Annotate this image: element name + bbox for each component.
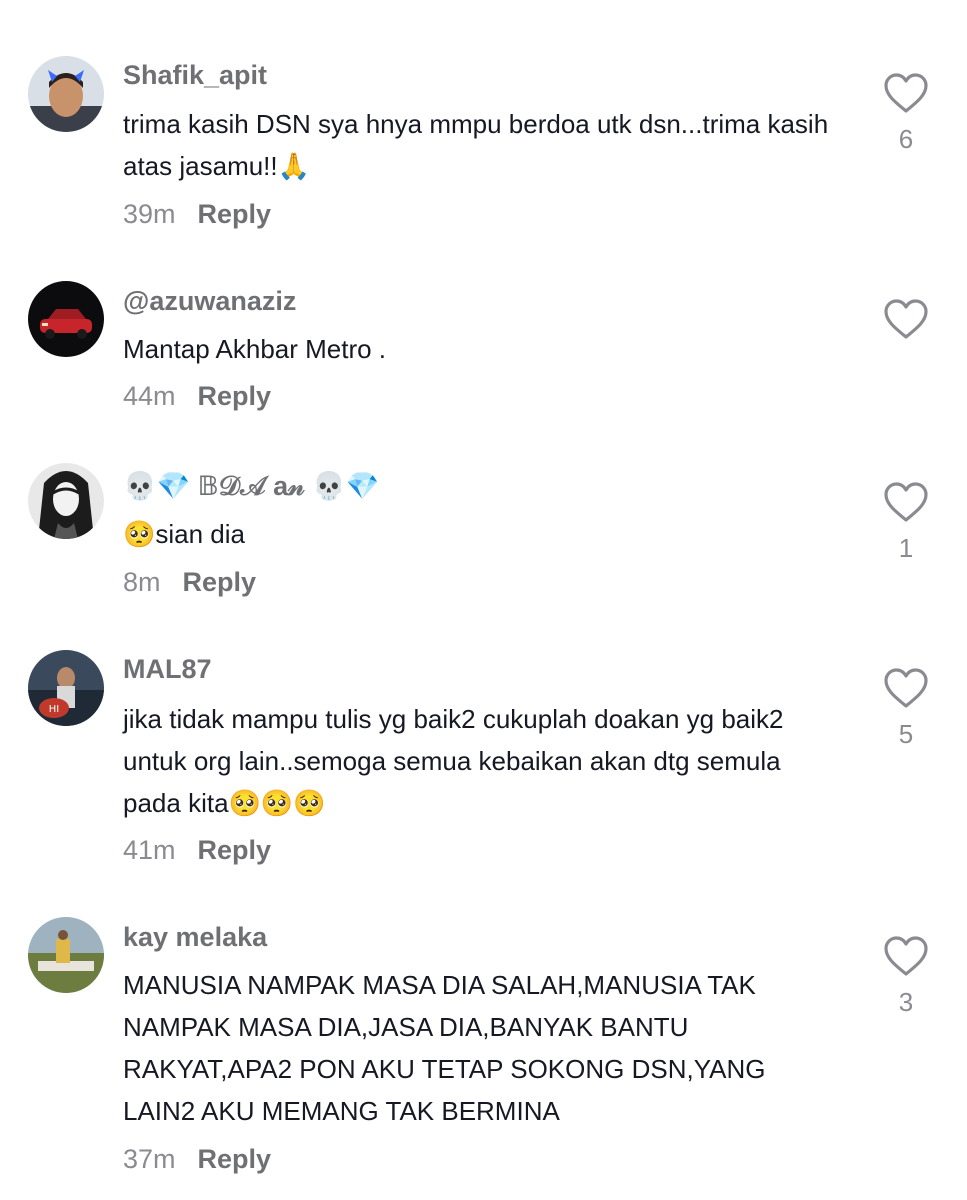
heart-icon[interactable] bbox=[883, 481, 929, 523]
like-control: 6 bbox=[882, 72, 930, 155]
comment-username[interactable]: 💀💎 𝔹𝒟𝒜 a𝓃 💀💎 bbox=[123, 470, 380, 503]
heart-icon[interactable] bbox=[883, 667, 929, 709]
reply-button[interactable]: Reply bbox=[183, 567, 257, 597]
avatar[interactable] bbox=[28, 56, 104, 132]
comment-time: 44m bbox=[123, 381, 176, 411]
like-count: 1 bbox=[898, 533, 914, 563]
like-control: 1 bbox=[882, 481, 930, 564]
reply-button[interactable]: Reply bbox=[198, 381, 272, 411]
comment-meta: 41m Reply bbox=[123, 835, 271, 866]
like-control bbox=[882, 298, 930, 350]
comment-text: trima kasih DSN sya hnya mmpu berdoa utk… bbox=[123, 109, 836, 181]
like-control: 3 bbox=[882, 935, 930, 1018]
heart-icon[interactable] bbox=[883, 72, 929, 114]
comment-time: 37m bbox=[123, 1144, 176, 1174]
avatar[interactable] bbox=[28, 463, 104, 539]
like-control: 5 bbox=[882, 667, 930, 750]
heart-icon[interactable] bbox=[883, 935, 929, 977]
comment-username[interactable]: kay melaka bbox=[123, 922, 267, 953]
avatar[interactable] bbox=[28, 281, 104, 357]
reply-button[interactable]: Reply bbox=[198, 1144, 272, 1174]
reply-button[interactable]: Reply bbox=[198, 835, 272, 865]
comment-meta: 37m Reply bbox=[123, 1144, 271, 1175]
comment-username[interactable]: MAL87 bbox=[123, 654, 212, 685]
comment-text: 🥺sian dia bbox=[123, 519, 245, 549]
avatar[interactable]: HI bbox=[28, 650, 104, 726]
heart-icon[interactable] bbox=[883, 298, 929, 340]
like-count: 6 bbox=[898, 124, 914, 154]
comment-meta: 44m Reply bbox=[123, 381, 271, 412]
comment-username[interactable]: Shafik_apit bbox=[123, 60, 267, 91]
comment-time: 39m bbox=[123, 199, 176, 229]
comment-time: 41m bbox=[123, 835, 176, 865]
reply-button[interactable]: Reply bbox=[198, 199, 272, 229]
comment-list: Shafik_apit trima kasih DSN sya hnya mmp… bbox=[0, 0, 967, 1200]
comment-text: MANUSIA NAMPAK MASA DIA SALAH,MANUSIA TA… bbox=[123, 970, 773, 1126]
like-count: 5 bbox=[898, 719, 914, 749]
comment-text: Mantap Akhbar Metro . bbox=[123, 334, 387, 364]
comment-username[interactable]: @azuwanaziz bbox=[123, 286, 296, 317]
svg-text:HI: HI bbox=[49, 704, 59, 715]
comment-meta: 8m Reply bbox=[123, 567, 256, 598]
avatar[interactable] bbox=[28, 917, 104, 993]
like-count: 3 bbox=[898, 987, 914, 1017]
comment-meta: 39m Reply bbox=[123, 199, 271, 230]
comment-text: jika tidak mampu tulis yg baik2 cukuplah… bbox=[123, 704, 791, 818]
comment-time: 8m bbox=[123, 567, 161, 597]
